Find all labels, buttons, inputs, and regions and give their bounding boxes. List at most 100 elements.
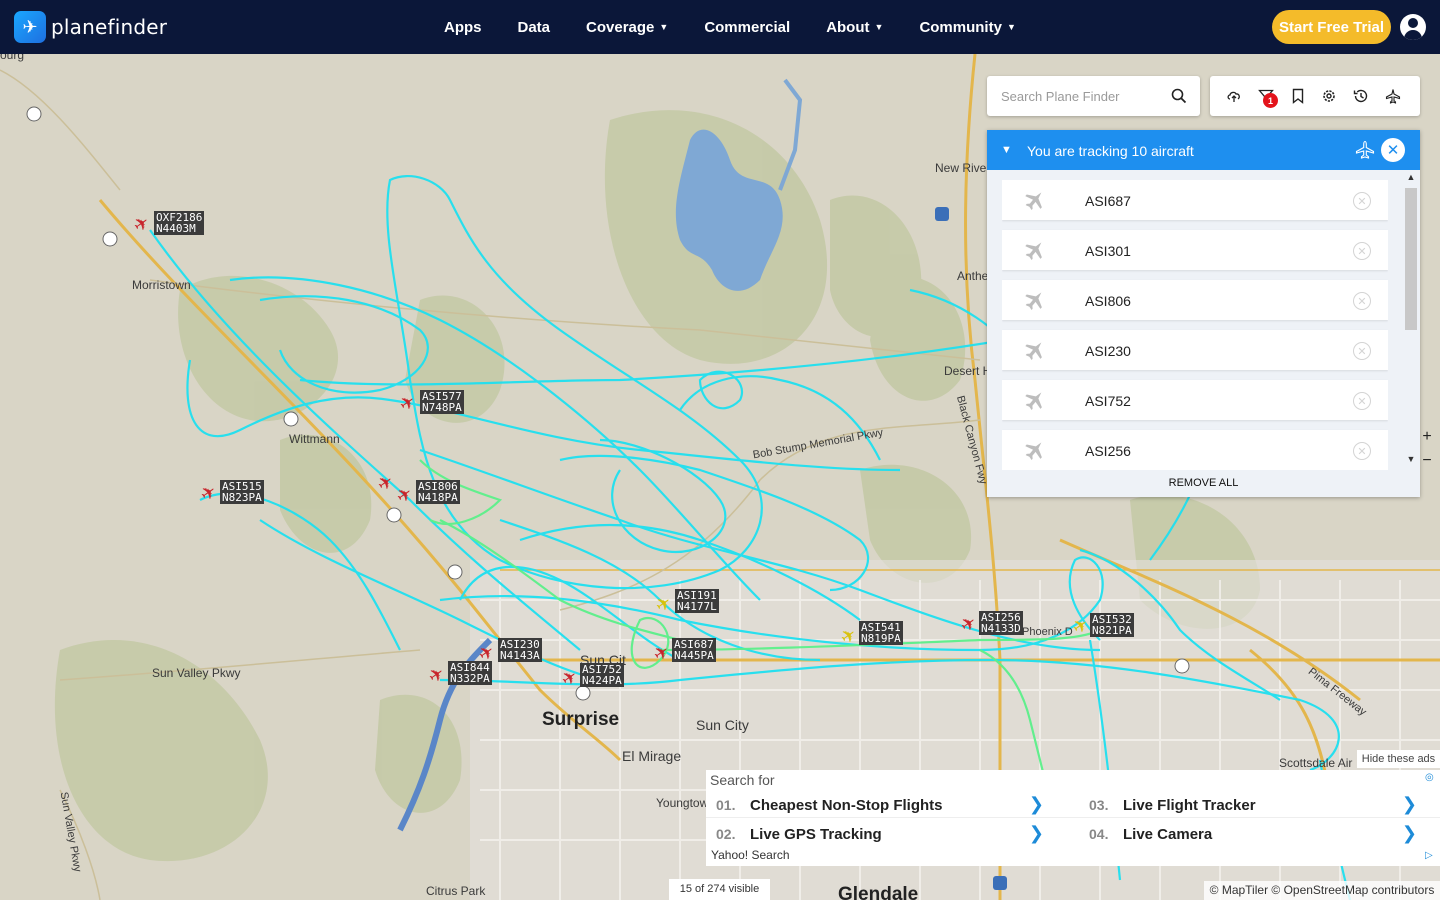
planefinder-logo[interactable]: ✈ planefinder	[14, 11, 167, 43]
road-label: Sun Valley Pkwy	[152, 666, 241, 680]
tracked-aircraft-row[interactable]: ASI256 ✕	[1002, 430, 1388, 470]
user-circle-icon[interactable]	[1400, 14, 1426, 40]
zoom-in-button[interactable]: +	[1418, 428, 1436, 446]
zoom-out-button[interactable]: −	[1418, 452, 1436, 470]
tracking-header: ▼ You are tracking 10 aircraft ✕	[987, 130, 1420, 170]
aircraft-registration: N445PA	[674, 649, 714, 662]
chevron-right-icon: ❯	[1028, 823, 1044, 843]
nav-community[interactable]: Community ▼	[919, 19, 1015, 36]
settings-gear-icon[interactable]	[1321, 88, 1337, 104]
aircraft-label[interactable]: ASI541 N819PA	[859, 621, 903, 645]
remove-aircraft-icon[interactable]: ✕	[1353, 242, 1371, 260]
aircraft-registration: N424PA	[582, 674, 622, 687]
place-label: Sun City	[696, 717, 749, 733]
search-input[interactable]	[987, 76, 1162, 116]
ad-panel: Search for ◎ 01. Cheapest Non-Stop Fligh…	[706, 770, 1440, 866]
tracking-list: ASI687 ✕ ASI301 ✕ ASI806 ✕ ASI230 ✕ ASI7…	[1002, 180, 1388, 470]
aircraft-label[interactable]: ASI752 N424PA	[580, 663, 624, 687]
place-label: New River	[935, 161, 991, 175]
tracked-callsign: ASI230	[1085, 343, 1131, 359]
ad-link[interactable]: 03. Live Flight Tracker ❯	[1079, 792, 1429, 818]
aircraft-registration: N332PA	[450, 672, 490, 685]
tracked-callsign: ASI687	[1085, 193, 1131, 209]
ad-number: 01.	[716, 797, 736, 813]
aircraft-label[interactable]: ASI806 N418PA	[416, 480, 460, 504]
nav-community-label: Community	[919, 18, 1002, 36]
airplane-icon	[1025, 442, 1042, 461]
aircraft-label[interactable]: ASI844 N332PA	[448, 661, 492, 685]
remove-aircraft-icon[interactable]: ✕	[1353, 192, 1371, 210]
ad-choices-icon[interactable]: ▷	[1425, 850, 1433, 861]
tracked-aircraft-row[interactable]: ASI806 ✕	[1002, 280, 1388, 320]
place-label: Citrus Park	[426, 884, 486, 898]
nav-apps-label: Apps	[444, 18, 482, 36]
airplane-icon	[1025, 342, 1042, 361]
aircraft-registration: N4177L	[677, 600, 717, 613]
tracked-aircraft-row[interactable]: ASI687 ✕	[1002, 180, 1388, 220]
ad-search-for: Search for	[710, 772, 775, 788]
scroll-down-icon[interactable]: ▼	[1404, 454, 1418, 468]
tracked-aircraft-row[interactable]: ASI230 ✕	[1002, 330, 1388, 370]
remove-aircraft-icon[interactable]: ✕	[1353, 442, 1371, 460]
plane-settings-icon[interactable]	[1385, 88, 1401, 104]
nav-coverage[interactable]: Coverage ▼	[586, 19, 668, 36]
close-tracking-button[interactable]: ✕	[1381, 138, 1405, 162]
remove-all-button[interactable]: REMOVE ALL	[987, 470, 1420, 497]
aircraft-label[interactable]: ASI515 N823PA	[220, 480, 264, 504]
ad-text: Live Camera	[1123, 825, 1213, 843]
nav-data[interactable]: Data	[518, 19, 551, 36]
hide-ads-button[interactable]: Hide these ads	[1357, 750, 1440, 768]
nav-about[interactable]: About ▼	[826, 19, 883, 36]
bookmark-icon[interactable]	[1290, 88, 1306, 104]
ad-link[interactable]: 04. Live Camera ❯	[1079, 821, 1429, 847]
aircraft-label[interactable]: OXF2186 N4403M	[154, 211, 205, 235]
nav-coverage-label: Coverage	[586, 18, 655, 36]
aircraft-label[interactable]: ASI191 N4177L	[675, 589, 719, 613]
chevron-down-icon: ▼	[659, 22, 669, 32]
airplane-icon	[1025, 292, 1042, 311]
top-navigation-bar: ✈ planefinder Apps Data Coverage ▼ Commer…	[0, 0, 1440, 54]
place-label: Surprise	[542, 709, 620, 730]
scroll-up-icon[interactable]: ▲	[1404, 172, 1418, 186]
airplane-icon	[1025, 392, 1042, 411]
nav-apps[interactable]: Apps	[444, 19, 482, 36]
tracking-scrollbar[interactable]: ▲ ▼	[1404, 172, 1418, 468]
chevron-down-icon: ▼	[874, 22, 884, 32]
aircraft-label[interactable]: ASI532 N821PA	[1090, 613, 1134, 637]
upload-cloud-icon[interactable]	[1226, 88, 1242, 104]
brand-name: planefinder	[51, 15, 168, 39]
map-attribution[interactable]: © MapTiler © OpenStreetMap contributors	[1204, 881, 1440, 900]
aircraft-label[interactable]: ASI230 N4143A	[498, 638, 542, 662]
ad-text: Cheapest Non-Stop Flights	[750, 796, 943, 814]
aircraft-registration: N4403M	[156, 222, 196, 235]
ad-link[interactable]: 01. Cheapest Non-Stop Flights ❯	[706, 792, 1056, 818]
scroll-thumb[interactable]	[1405, 188, 1417, 330]
history-icon[interactable]	[1353, 88, 1369, 104]
search-icon[interactable]	[1171, 88, 1187, 104]
place-label: Wittmann	[289, 432, 340, 446]
chevron-right-icon: ❯	[1401, 823, 1417, 843]
tracked-aircraft-row[interactable]: ASI301 ✕	[1002, 230, 1388, 270]
ad-link[interactable]: 02. Live GPS Tracking ❯	[706, 821, 1056, 847]
ad-info-icon[interactable]: ◎	[1425, 772, 1434, 783]
tracked-callsign: ASI256	[1085, 443, 1131, 459]
aircraft-label[interactable]: ASI577 N748PA	[420, 390, 464, 414]
tracked-aircraft-row[interactable]: ASI752 ✕	[1002, 380, 1388, 420]
remove-aircraft-icon[interactable]: ✕	[1353, 292, 1371, 310]
remove-aircraft-icon[interactable]: ✕	[1353, 392, 1371, 410]
nav-commercial[interactable]: Commercial	[704, 19, 790, 36]
chevron-down-icon[interactable]: ▼	[1001, 144, 1012, 156]
aircraft-label[interactable]: ASI256 N4133D	[979, 611, 1023, 635]
ad-number: 02.	[716, 826, 736, 842]
airplane-icon[interactable]	[1355, 140, 1375, 160]
remove-aircraft-icon[interactable]: ✕	[1353, 342, 1371, 360]
airplane-icon	[1025, 242, 1042, 261]
tracking-title: You are tracking 10 aircraft	[1027, 143, 1194, 159]
aircraft-registration: N4133D	[981, 622, 1021, 635]
aircraft-label[interactable]: ASI687 N445PA	[672, 638, 716, 662]
ad-text: Live Flight Tracker	[1123, 796, 1256, 814]
start-free-trial-button[interactable]: Start Free Trial	[1272, 10, 1391, 44]
tracked-callsign: ASI806	[1085, 293, 1131, 309]
main-nav: Apps Data Coverage ▼ Commercial About ▼ Co…	[444, 0, 1052, 54]
tracking-panel: ▼ You are tracking 10 aircraft ✕ ASI687 …	[987, 130, 1420, 497]
